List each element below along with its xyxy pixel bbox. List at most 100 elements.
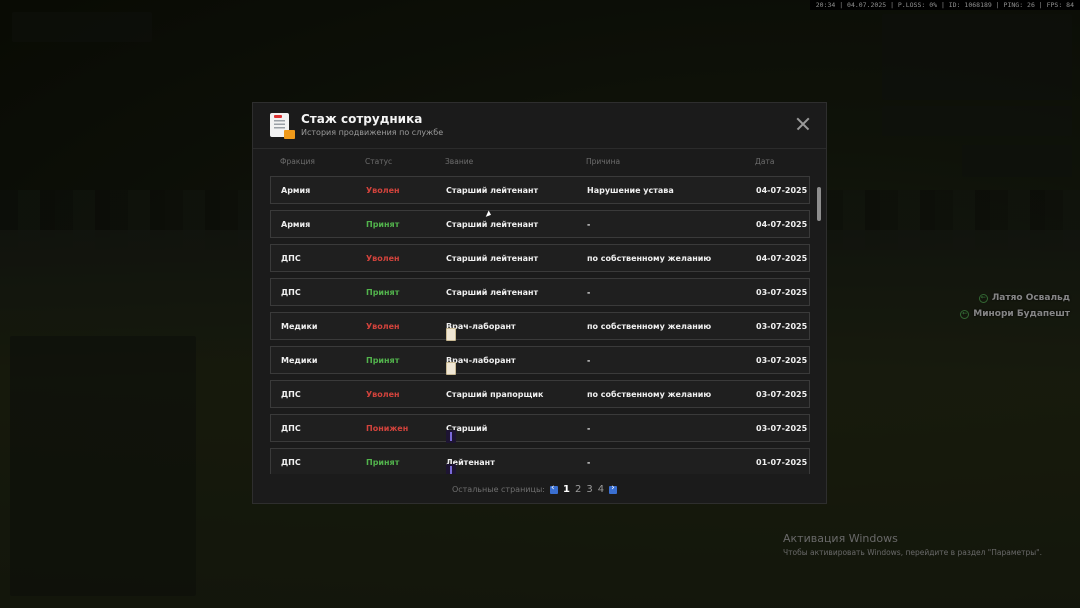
- table-row: ДПС Понижен Старший - 03-07-2025: [270, 414, 810, 443]
- cell-status: Уволен: [366, 186, 400, 195]
- cell-faction: ДПС: [281, 424, 301, 433]
- cell-status: Уволен: [366, 390, 400, 399]
- cell-date-text: 04-07-2025: [756, 254, 808, 263]
- page-link[interactable]: 4: [598, 484, 604, 495]
- cell-faction-text: ДПС: [281, 390, 301, 399]
- rank-insignia-icon: [446, 464, 456, 474]
- cell-reason: -: [587, 288, 590, 297]
- cell-reason: -: [587, 458, 590, 467]
- cell-rank: Старший лейтенант: [446, 254, 538, 263]
- cell-faction: ДПС: [281, 288, 301, 297]
- cell-date-text: 03-07-2025: [756, 288, 808, 297]
- cell-date-text: 03-07-2025: [756, 322, 808, 331]
- cell-reason-text: -: [587, 356, 591, 365]
- cell-faction-text: Медики: [281, 322, 318, 331]
- cell-faction-text: ДПС: [281, 458, 301, 467]
- cell-rank-text: Старший лейтенант: [446, 288, 539, 297]
- cell-date: 03-07-2025: [756, 356, 807, 365]
- table-header: Фракция Статус Звание Причина Дата: [270, 153, 810, 171]
- document-icon: [446, 328, 456, 341]
- cell-faction-text: Медики: [281, 356, 318, 365]
- cell-status-text: Понижен: [366, 424, 409, 433]
- cell-status-text: Принят: [366, 458, 400, 467]
- cell-date: 04-07-2025: [756, 220, 807, 229]
- cell-status-text: Принят: [366, 288, 400, 297]
- cell-reason: -: [587, 356, 590, 365]
- cell-rank: Старший: [446, 424, 487, 443]
- cell-status: Принят: [366, 288, 399, 297]
- cell-date: 01-07-2025: [756, 458, 807, 467]
- cell-rank-text: Врач-лаборант: [446, 322, 516, 331]
- cell-date: 04-07-2025: [756, 254, 807, 263]
- history-table[interactable]: Армия Уволен Старший лейтенант Нарушение ус…: [270, 176, 810, 474]
- modal-title: Стаж сотрудника: [301, 112, 423, 126]
- cell-reason-text: по собственному желанию: [587, 254, 712, 263]
- table-row: Медики Уволен Врач-лаборант по собственному…: [270, 312, 810, 341]
- column-reason: Причина: [586, 157, 621, 166]
- cell-rank: Врач-лаборант: [446, 356, 516, 375]
- cell-rank: Врач-лаборант: [446, 322, 516, 341]
- cell-faction-text: Армия: [281, 220, 311, 229]
- cell-faction-text: ДПС: [281, 424, 301, 433]
- cell-faction: ДПС: [281, 458, 301, 467]
- cell-date-text: 03-07-2025: [756, 424, 808, 433]
- table-row: ДПС Уволен Старший лейтенант по собственном…: [270, 244, 810, 272]
- cell-status: Принят: [366, 356, 399, 365]
- cell-faction: Медики: [281, 322, 318, 331]
- cell-date: 03-07-2025: [756, 390, 807, 399]
- cell-date-text: 03-07-2025: [756, 390, 808, 399]
- pagination-label: Остальные страницы:: [451, 485, 545, 494]
- cell-reason-text: -: [587, 424, 591, 433]
- cell-status: Принят: [366, 220, 399, 229]
- cell-status-text: Уволен: [366, 186, 400, 195]
- document-icon: [270, 113, 295, 139]
- cell-rank-text: Старший лейтенант: [446, 220, 539, 229]
- cell-rank-text: Старший лейтенант: [446, 186, 539, 195]
- cell-date: 03-07-2025: [756, 322, 807, 331]
- cell-rank: Лейтенант: [446, 458, 495, 474]
- cell-faction: Армия: [281, 186, 310, 195]
- cell-status: Уволен: [366, 322, 400, 331]
- page-link[interactable]: 1: [563, 484, 570, 495]
- cell-reason: по собственному желанию: [587, 254, 711, 263]
- cell-rank: Старший лейтенант: [446, 186, 538, 195]
- scrollbar-thumb[interactable]: [817, 187, 821, 221]
- cell-status: Понижен: [366, 424, 408, 433]
- column-status: Статус: [365, 157, 393, 166]
- cell-reason: Нарушение устава: [587, 186, 674, 195]
- cell-date: 04-07-2025: [756, 186, 807, 195]
- cell-faction: Медики: [281, 356, 318, 365]
- cell-status-text: Принят: [366, 356, 400, 365]
- column-date: Дата: [755, 157, 775, 166]
- table-row: Армия Уволен Старший лейтенант Нарушение ус…: [270, 176, 810, 204]
- cell-reason-text: по собственному желанию: [587, 390, 712, 399]
- table-row: Армия Принят Старший лейтенант - 04-07-2025: [270, 210, 810, 238]
- page-link[interactable]: 2: [575, 484, 581, 495]
- page-link[interactable]: 3: [586, 484, 592, 495]
- cell-date: 03-07-2025: [756, 424, 807, 433]
- close-icon[interactable]: [796, 117, 810, 131]
- cell-status-text: Принят: [366, 220, 400, 229]
- cell-date-text: 04-07-2025: [756, 220, 808, 229]
- cell-status: Принят: [366, 458, 399, 467]
- cell-rank-text: Старший лейтенант: [446, 254, 539, 263]
- table-row: ДПС Принят Лейтенант - 01-07-2025: [270, 448, 810, 474]
- cell-faction: Армия: [281, 220, 310, 229]
- cell-date: 03-07-2025: [756, 288, 807, 297]
- cell-date-text: 01-07-2025: [756, 458, 808, 467]
- table-row: ДПС Принят Старший лейтенант - 03-07-2025: [270, 278, 810, 306]
- cell-rank: Старший лейтенант: [446, 288, 538, 297]
- next-page-icon[interactable]: [609, 483, 618, 494]
- document-icon: [446, 362, 456, 375]
- cell-reason: по собственному желанию: [587, 390, 711, 399]
- cell-status-text: Уволен: [366, 390, 400, 399]
- modal-header: Стаж сотрудника История продвижения по с…: [253, 103, 826, 149]
- cell-faction-text: ДПС: [281, 288, 301, 297]
- cell-faction-text: ДПС: [281, 254, 301, 263]
- cell-reason-text: -: [587, 458, 591, 467]
- pagination: Остальные страницы: 1 2 3 4: [253, 483, 826, 495]
- cell-rank: Старший прапорщик: [446, 390, 543, 399]
- cell-faction: ДПС: [281, 254, 301, 263]
- prev-page-icon[interactable]: [549, 483, 558, 494]
- cell-reason: по собственному желанию: [587, 322, 711, 331]
